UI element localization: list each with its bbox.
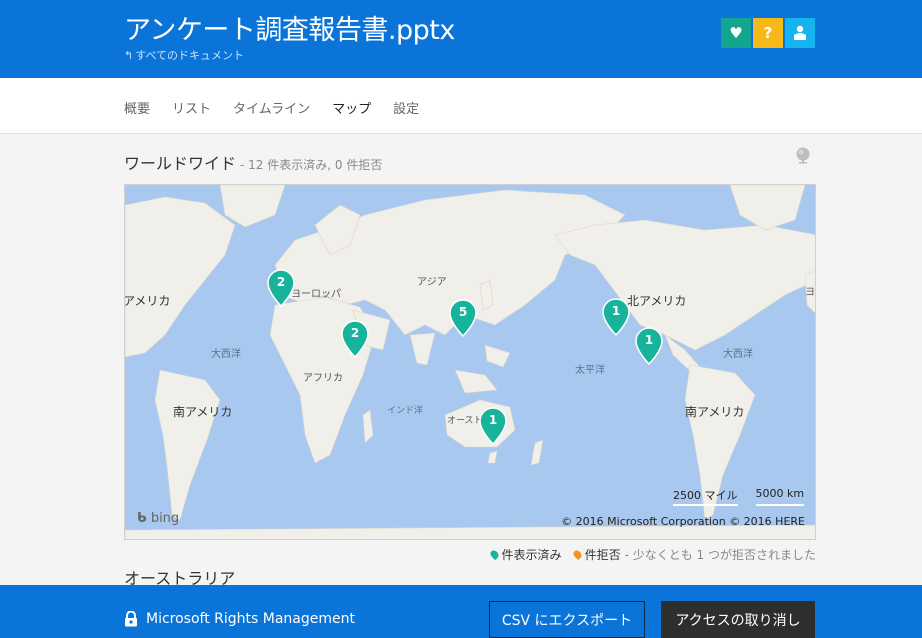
label-atlantic-right: 大西洋 [723, 349, 753, 360]
all-documents-link[interactable]: ↰ すべてのドキュメント [124, 47, 244, 63]
label-america-left: アメリカ [124, 294, 171, 308]
tab-overview[interactable]: 概要 [124, 98, 150, 117]
app-header: アンケート調査報告書.pptx ↰ すべてのドキュメント ♥ ? [0, 0, 922, 78]
user-icon[interactable] [785, 18, 815, 48]
heart-icon[interactable]: ♥ [721, 18, 751, 48]
label-europe-right: ヨーロッ [805, 287, 815, 298]
globe-icon[interactable] [794, 146, 812, 164]
label-north-america: 北アメリカ [627, 294, 687, 308]
bing-icon: ᑲ [137, 511, 147, 526]
label-pacific: 太平洋 [575, 365, 605, 376]
back-arrow-icon: ↰ [124, 49, 134, 62]
tab-map[interactable]: マップ [332, 98, 371, 117]
header-actions: ♥ ? [721, 18, 815, 48]
worldwide-summary: - 12 件表示済み, 0 件拒否 [240, 158, 383, 172]
map-scale: 2500 マイル 5000 km [673, 487, 805, 506]
export-csv-button[interactable]: CSV にエクスポート [489, 601, 645, 638]
document-title: アンケート調査報告書.pptx [124, 15, 455, 46]
tab-settings[interactable]: 設定 [393, 98, 419, 117]
label-south-america-left: 南アメリカ [173, 405, 233, 419]
lock-icon [125, 611, 137, 627]
label-indian-ocean: インド洋 [387, 406, 424, 416]
tab-timeline[interactable]: タイムライン [233, 98, 310, 117]
map-pin-north-america-south[interactable]: 1 [634, 327, 664, 365]
tab-list[interactable]: リスト [172, 98, 211, 117]
label-south-america-right: 南アメリカ [685, 405, 745, 419]
help-icon[interactable]: ? [753, 18, 783, 48]
map-pin-australia[interactable]: 1 [478, 407, 508, 445]
revoke-access-button[interactable]: アクセスの取り消し [661, 601, 815, 638]
world-map[interactable]: アメリカ ヨーロッパ アジア 北アメリカ ヨーロッ 大西洋 大西洋 アフリカ 太… [124, 184, 816, 540]
footer-bar: Microsoft Rights Management CSV にエクスポート … [0, 585, 922, 638]
bing-logo: ᑲ bing [137, 511, 180, 526]
map-pin-north-america-west[interactable]: 1 [601, 298, 631, 336]
shown-marker-icon [488, 548, 500, 561]
map-pin-east-asia[interactable]: 5 [448, 299, 478, 337]
worldwide-heading: ワールドワイド - 12 件表示済み, 0 件拒否 [124, 154, 383, 173]
map-pin-europe[interactable]: 2 [266, 269, 296, 307]
label-atlantic-left: 大西洋 [211, 349, 241, 360]
label-europe: ヨーロッパ [291, 289, 341, 300]
map-pin-middle-east[interactable]: 2 [340, 320, 370, 358]
rights-management: Microsoft Rights Management [124, 611, 355, 627]
map-legend: 件表示済み 件拒否 - 少なくとも 1 つが拒否されました [488, 546, 816, 563]
label-asia: アジア [417, 277, 447, 288]
rejected-marker-icon [571, 548, 583, 561]
label-africa: アフリカ [303, 373, 343, 384]
tab-bar: 概要 リスト タイムライン マップ 設定 [0, 78, 922, 134]
map-copyright: © 2016 Microsoft Corporation © 2016 HERE [561, 515, 805, 528]
